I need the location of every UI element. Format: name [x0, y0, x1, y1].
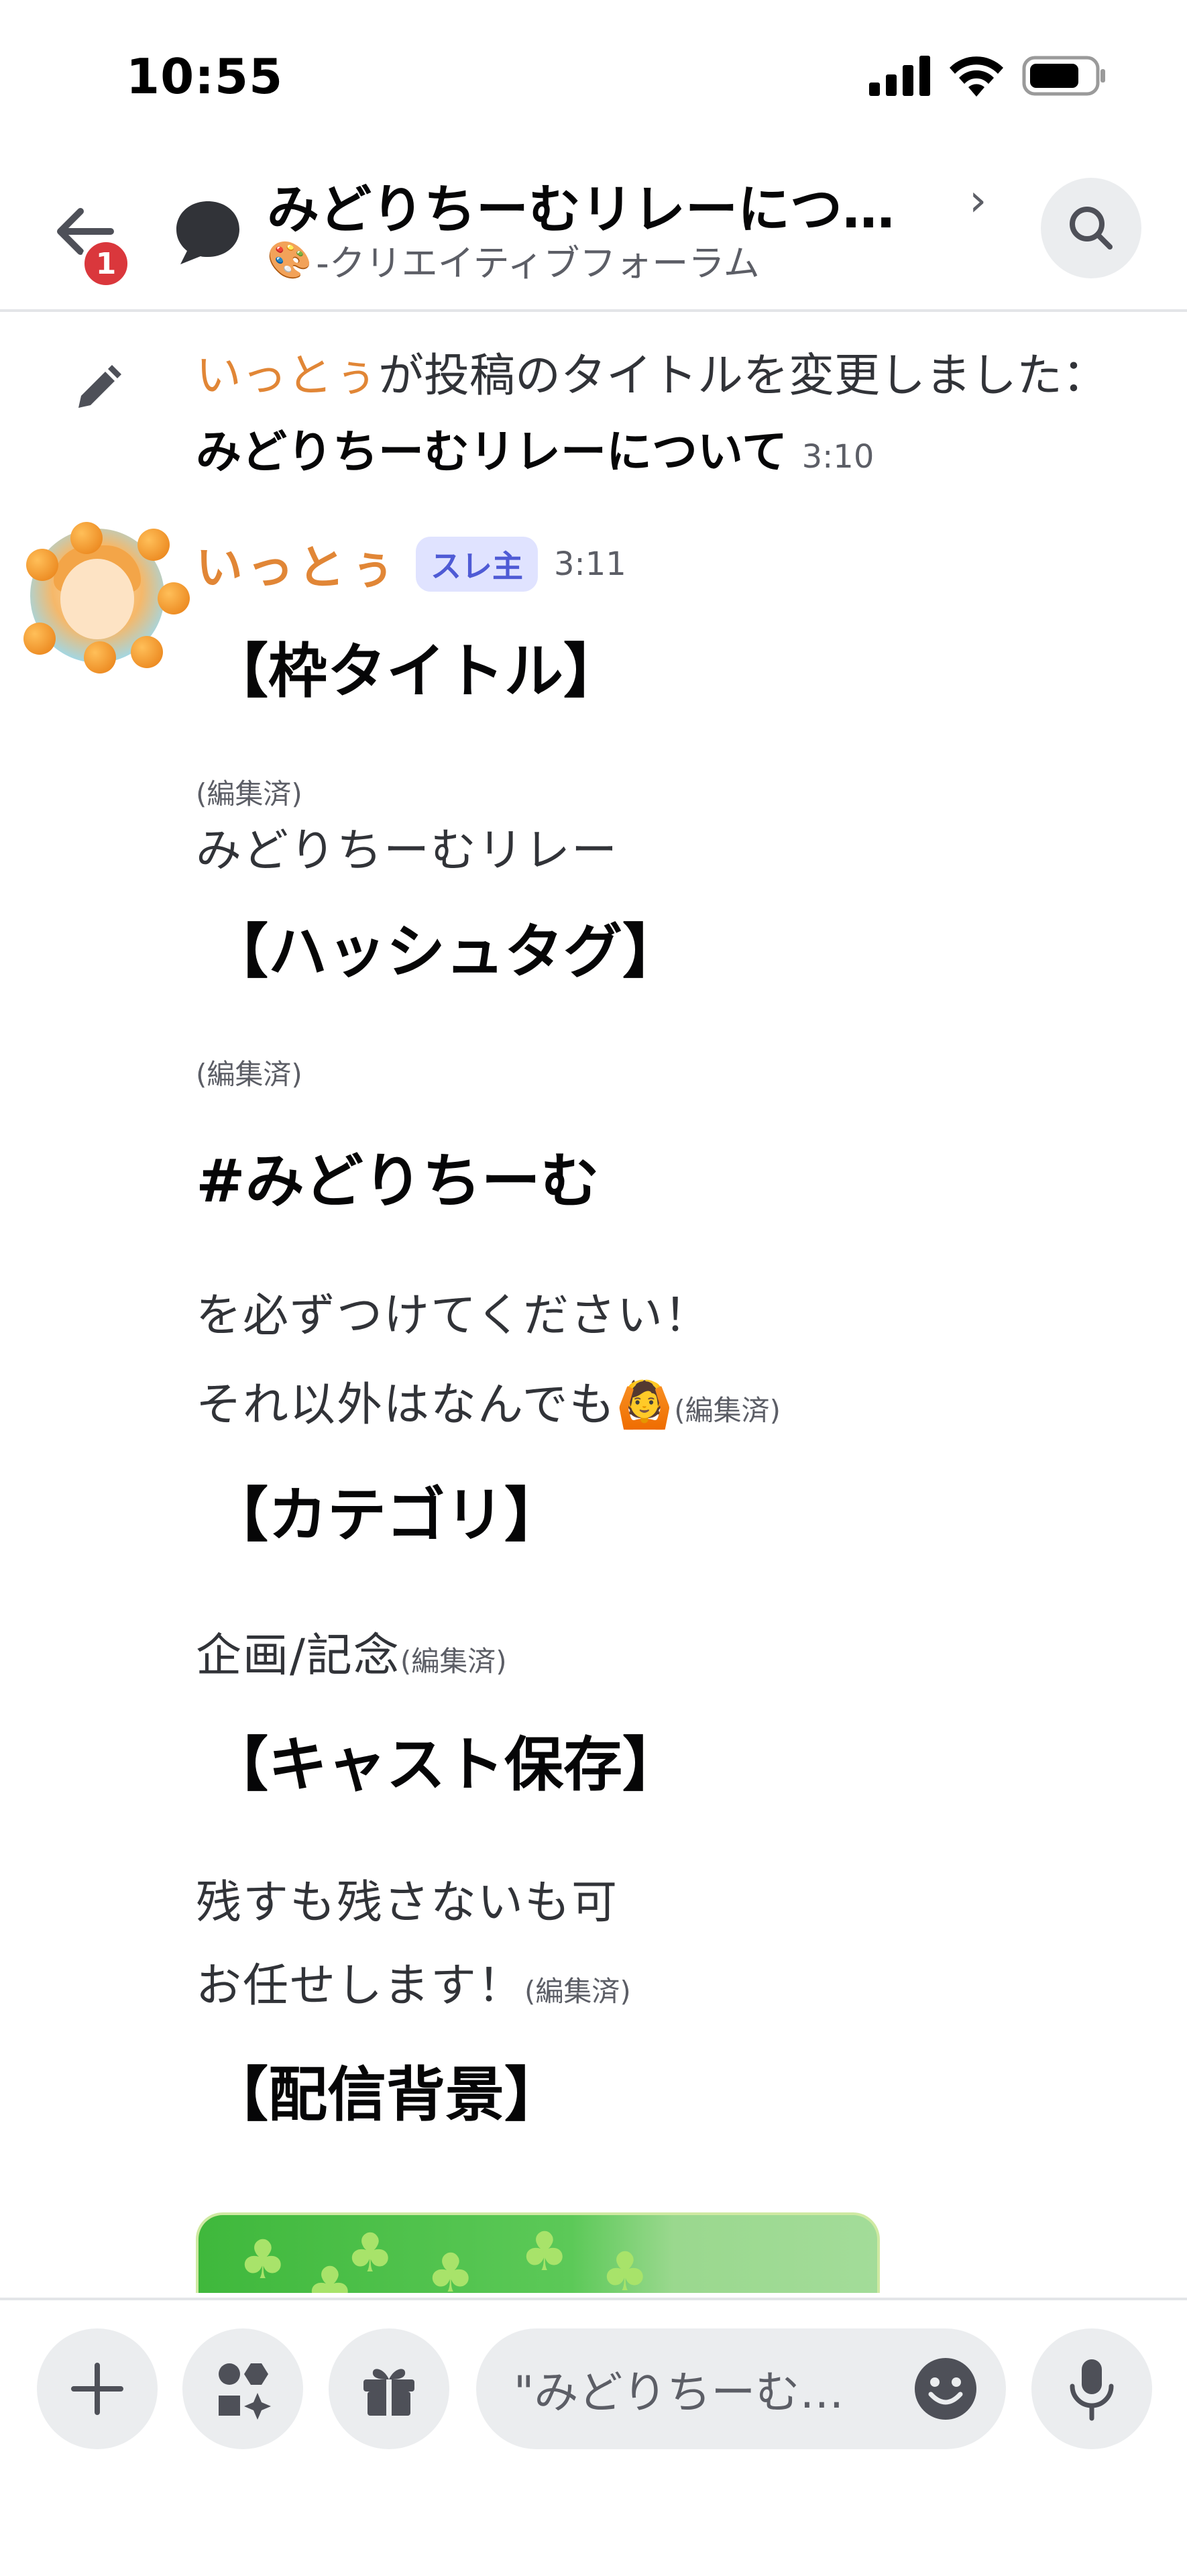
frame-title-value: みどりちーむリレー	[196, 824, 619, 877]
thread-header: 1 みどりちーむリレーにつ… 🎨 -クリエイティブフォーラム ›	[0, 154, 1187, 312]
heading-hashtag: 【ハッシュタグ】	[209, 917, 682, 986]
message-input-placeholder: "みどりちーむ…	[514, 2367, 844, 2418]
system-timestamp: 3:10	[801, 438, 874, 476]
apps-sparkle-icon	[219, 2363, 271, 2420]
message-author-row: いっとぅ スレ主 3:11	[196, 530, 626, 598]
system-action: が投稿のタイトルを変更しました：	[378, 350, 1109, 402]
ok-gesture-emoji: 🙆	[616, 1379, 675, 1432]
hashtag-note-2: それ以外はなんでも	[196, 1379, 616, 1432]
composer-bar: "みどりちーむ…	[0, 2298, 1187, 2576]
clover-icon: ♣	[601, 2241, 649, 2293]
search-icon	[1070, 207, 1113, 250]
add-button[interactable]	[37, 2328, 158, 2449]
clover-icon: ♣	[520, 2220, 569, 2283]
pencil-icon	[78, 365, 121, 408]
battery-icon	[1022, 56, 1105, 96]
channel-name: -クリエイティブフォーラム	[316, 242, 760, 284]
message-timestamp: 3:11	[554, 545, 626, 583]
hashtag-note-2-line: それ以外はなんでも🙆(編集済)	[196, 1367, 781, 1434]
status-icons	[869, 55, 1107, 97]
avatar[interactable]	[23, 522, 190, 674]
author-name[interactable]: いっとぅ	[196, 530, 400, 598]
message-input[interactable]: "みどりちーむ…	[476, 2328, 1006, 2449]
category-value: 企画/記念	[196, 1629, 400, 1682]
category-line: 企画/記念(編集済)	[196, 1618, 507, 1684]
system-message-text: いっとぅが投稿のタイトルを変更しました： みどりちーむリレーについて 3:10	[196, 338, 1121, 495]
clover-icon: ♣	[427, 2242, 475, 2293]
search-button[interactable]	[1041, 178, 1141, 278]
channel-subtitle[interactable]: 🎨 -クリエイティブフォーラム	[267, 233, 760, 286]
avatar-ball	[23, 623, 56, 655]
edited-label: (編集済)	[196, 777, 302, 810]
avatar-ball	[158, 582, 190, 614]
heading-category: 【カテゴリ】	[209, 1481, 564, 1550]
edited-label: (編集済)	[524, 1975, 631, 2008]
apps-button[interactable]	[182, 2328, 303, 2449]
avatar-ball	[70, 522, 103, 554]
heading-frame-title: 【枠タイトル】	[209, 637, 623, 706]
cast-line-1: 残すも残さないも可	[196, 1876, 619, 1929]
wifi-icon	[950, 56, 1003, 97]
background-image-attachment[interactable]: ♣ ♣ ♣ ♣ ♣ ♣	[196, 2212, 880, 2293]
avatar-ball	[131, 636, 163, 668]
avatar-ball	[84, 641, 116, 674]
signal-icon	[869, 56, 930, 96]
microphone-icon	[1070, 2359, 1114, 2421]
thread-title[interactable]: みどりちーむリレーにつ…	[267, 168, 895, 243]
plus-icon	[71, 2363, 123, 2415]
edited-label: (編集済)	[400, 1645, 507, 1678]
status-bar: 10:55	[0, 0, 1187, 154]
hashtag-value: #みどりちーむ	[196, 1146, 600, 1216]
cast-line-2-row: お任せします！(編集済)	[196, 1948, 631, 2015]
voice-button[interactable]	[1031, 2328, 1152, 2449]
system-new-title: みどりちーむリレーについて	[196, 426, 787, 479]
heading-cast-save: 【キャスト保存】	[209, 1730, 682, 1799]
palette-icon: 🎨	[267, 238, 313, 281]
gift-icon	[363, 2369, 414, 2416]
app-screen: 10:55 1 みどりちーむリレーにつ… 🎨 -クリエイティブフォーラム › い…	[0, 0, 1187, 2576]
clover-icon: ♣	[239, 2229, 287, 2291]
heading-stream-background: 【配信背景】	[209, 2060, 564, 2129]
status-time: 10:55	[126, 48, 284, 105]
gift-button[interactable]	[329, 2328, 449, 2449]
thread-icon	[171, 195, 245, 268]
emoji-icon[interactable]	[912, 2355, 979, 2422]
cast-line-2: お任せします！	[196, 1960, 525, 2012]
avatar-ball	[26, 549, 58, 581]
chevron-right-icon[interactable]: ›	[969, 174, 986, 226]
edited-label: (編集済)	[196, 1058, 302, 1091]
edited-label: (編集済)	[674, 1394, 781, 1427]
system-actor[interactable]: いっとぅ	[196, 350, 378, 402]
avatar-ball	[137, 529, 170, 561]
hashtag-note-1: を必ずつけてください！	[196, 1289, 711, 1342]
avatar-face	[60, 559, 134, 639]
unread-badge: 1	[80, 238, 131, 289]
clover-icon: ♣	[306, 2255, 354, 2293]
op-badge: スレ主	[416, 536, 538, 592]
